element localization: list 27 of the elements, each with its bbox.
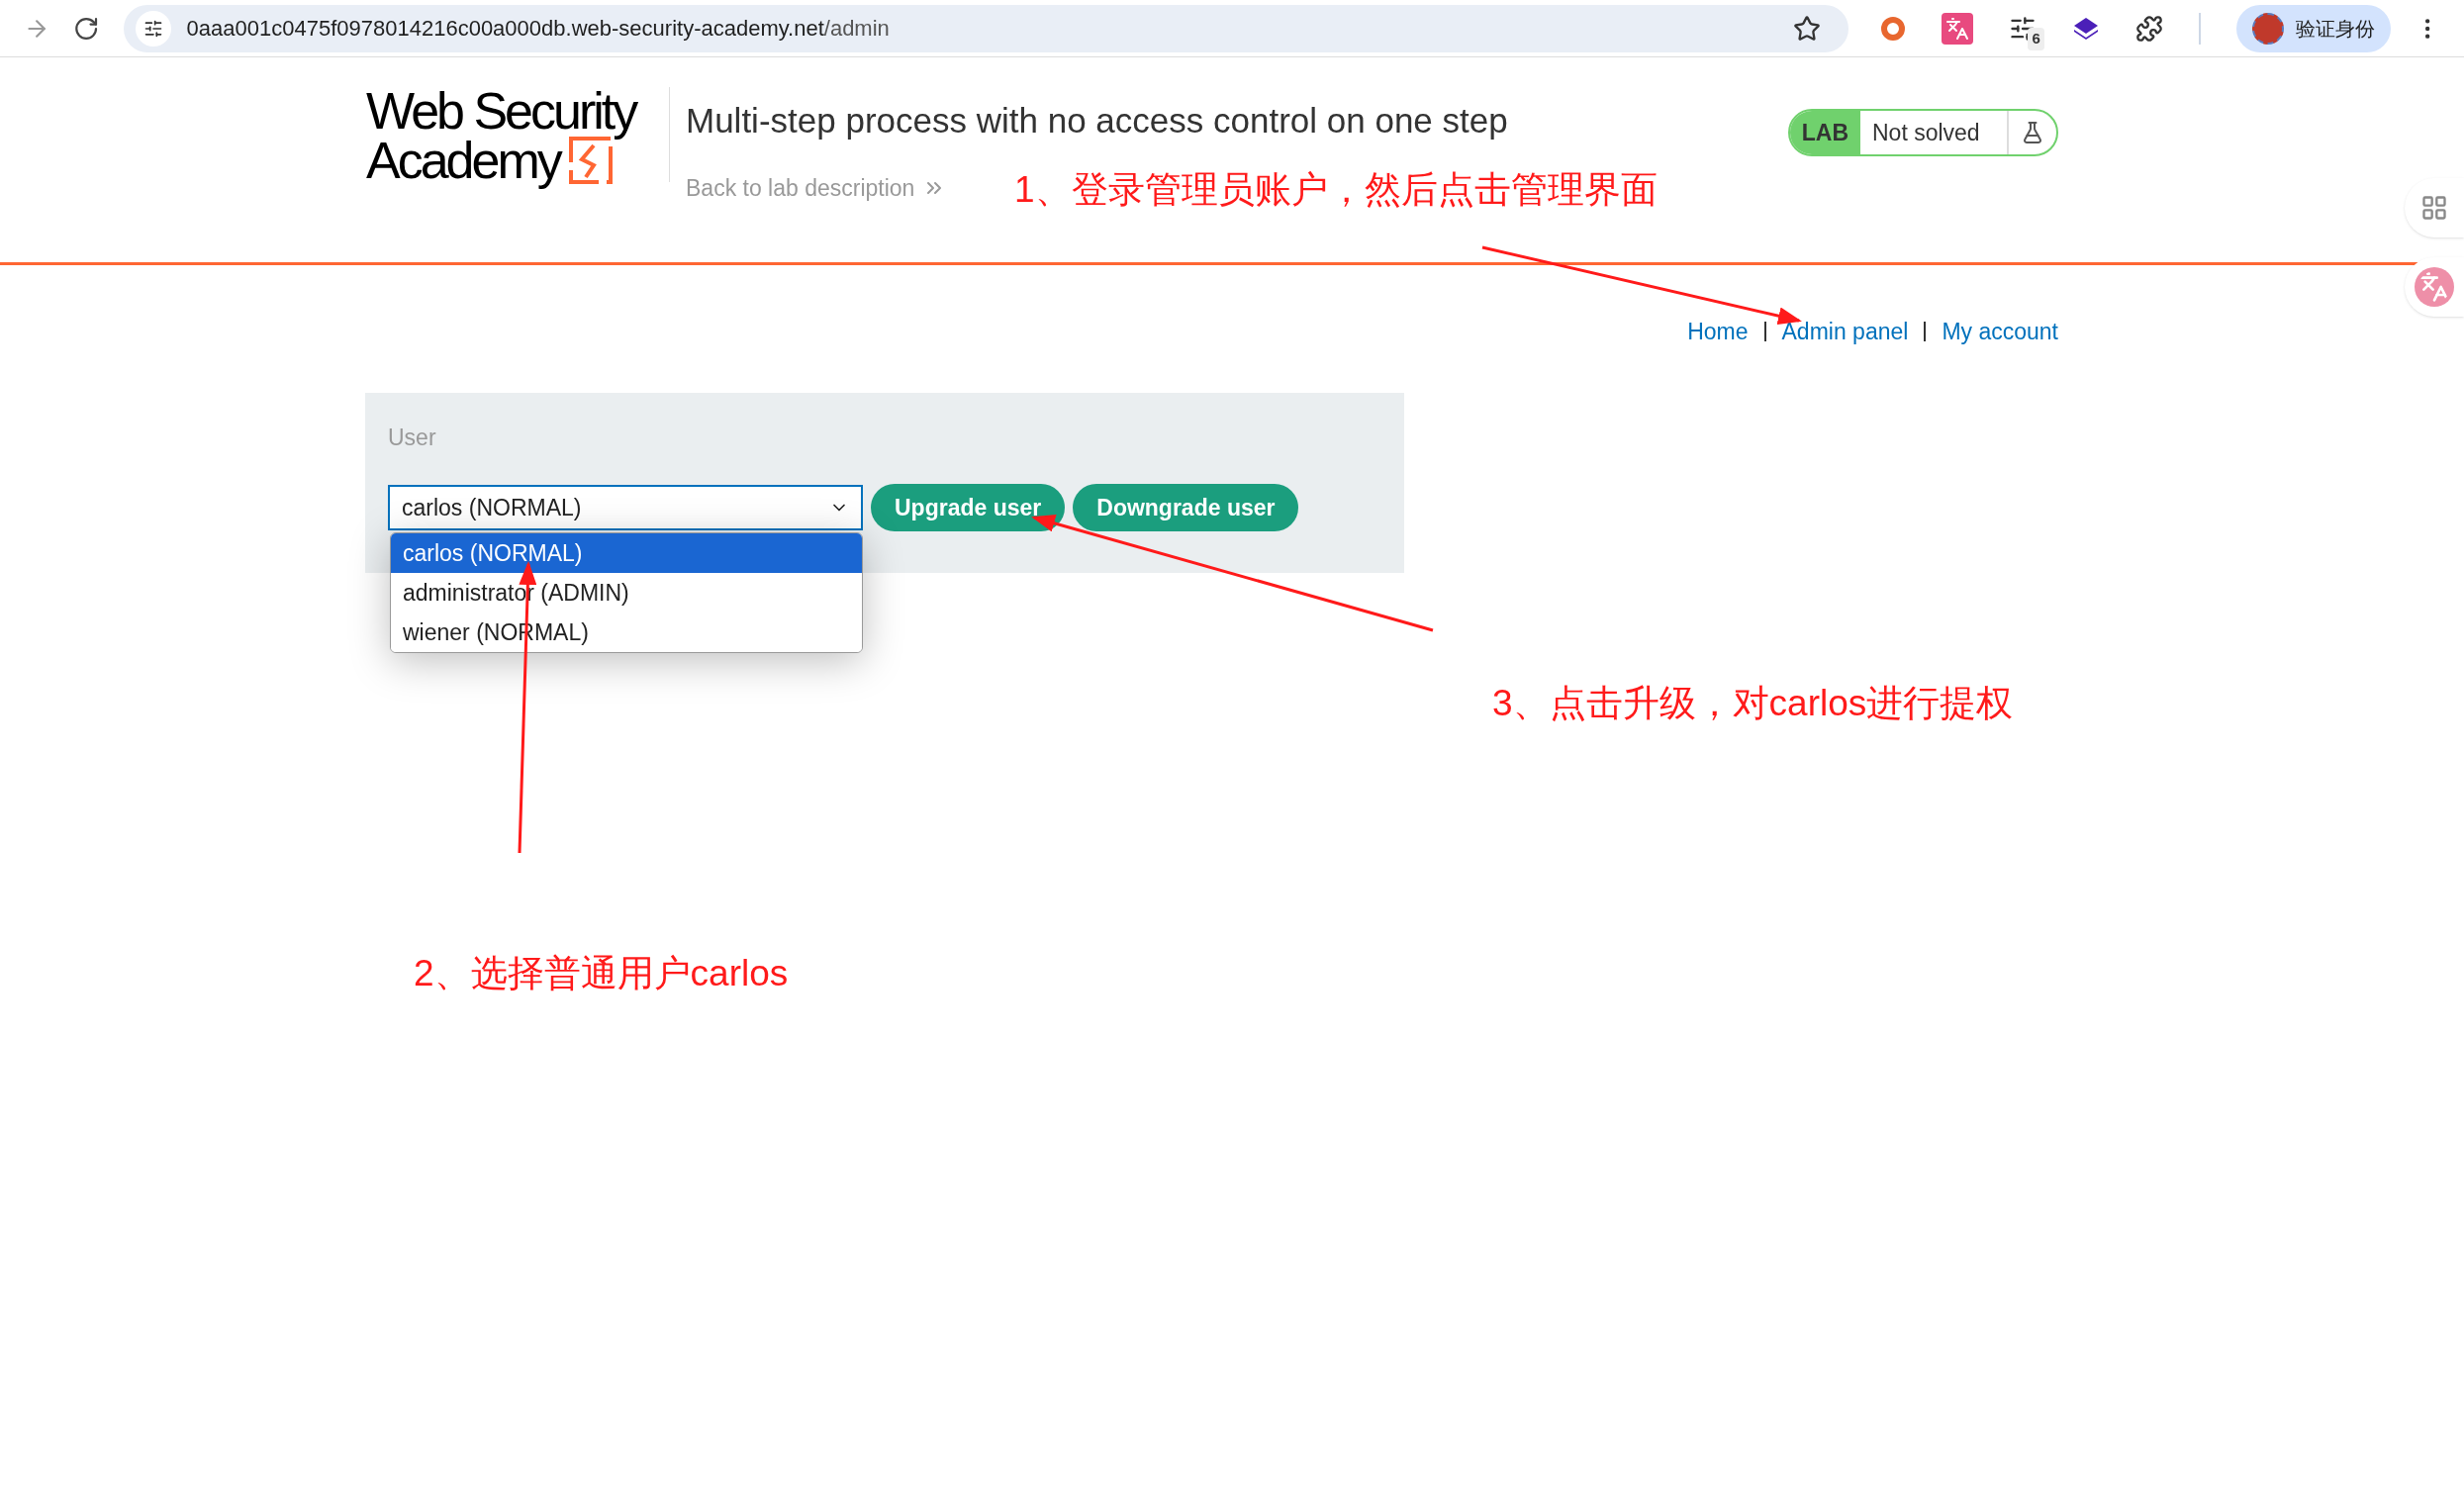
back-to-description-link[interactable]: Back to lab description (686, 170, 915, 205)
bookmark-star-icon[interactable] (1792, 14, 1821, 43)
action-button[interactable]: Downgrade user (1073, 484, 1299, 531)
nav-link[interactable]: Home (1687, 315, 1749, 349)
url-text: 0aaa001c0475f0978014216c00a000db.web-security-academy.net/admin (186, 15, 890, 43)
profile-button[interactable]: 验证身份 (2235, 4, 2391, 52)
ring-icon[interactable] (1879, 15, 1906, 42)
extension-badge: 6 (2028, 28, 2044, 50)
nav-link[interactable]: My account (1942, 315, 2058, 349)
nav-link[interactable]: Admin panel (1781, 315, 1909, 349)
extensions-icon[interactable] (2134, 14, 2163, 43)
annotation-text: 1、登录管理员账户，然后点击管理界面 (1014, 168, 1658, 212)
translate-icon[interactable] (1941, 12, 1973, 45)
address-bar[interactable]: 0aaa001c0475f0978014216c00a000db.web-security-academy.net/admin (123, 4, 1848, 52)
annotation-text: 2、选择普通用户carlos (414, 952, 789, 995)
status-text: Not solved (1871, 118, 1981, 147)
user-select[interactable]: carlos (NORMAL) (388, 485, 863, 530)
annotation-text: 3、点击升级，对carlos进行提权 (1492, 682, 2014, 725)
apps-icon[interactable] (2420, 194, 2448, 222)
flask-icon (2021, 121, 2044, 144)
lab-title: Multi-step process with no access control on one step (686, 100, 1508, 142)
avatar-icon (2251, 12, 2284, 45)
dropdown-option[interactable]: carlos (NORMAL) (391, 533, 862, 573)
site-settings-icon[interactable] (142, 18, 163, 39)
action-button[interactable]: Upgrade user (871, 484, 1066, 531)
lab-label: LAB (1789, 111, 1860, 154)
user-label: User (388, 423, 437, 452)
